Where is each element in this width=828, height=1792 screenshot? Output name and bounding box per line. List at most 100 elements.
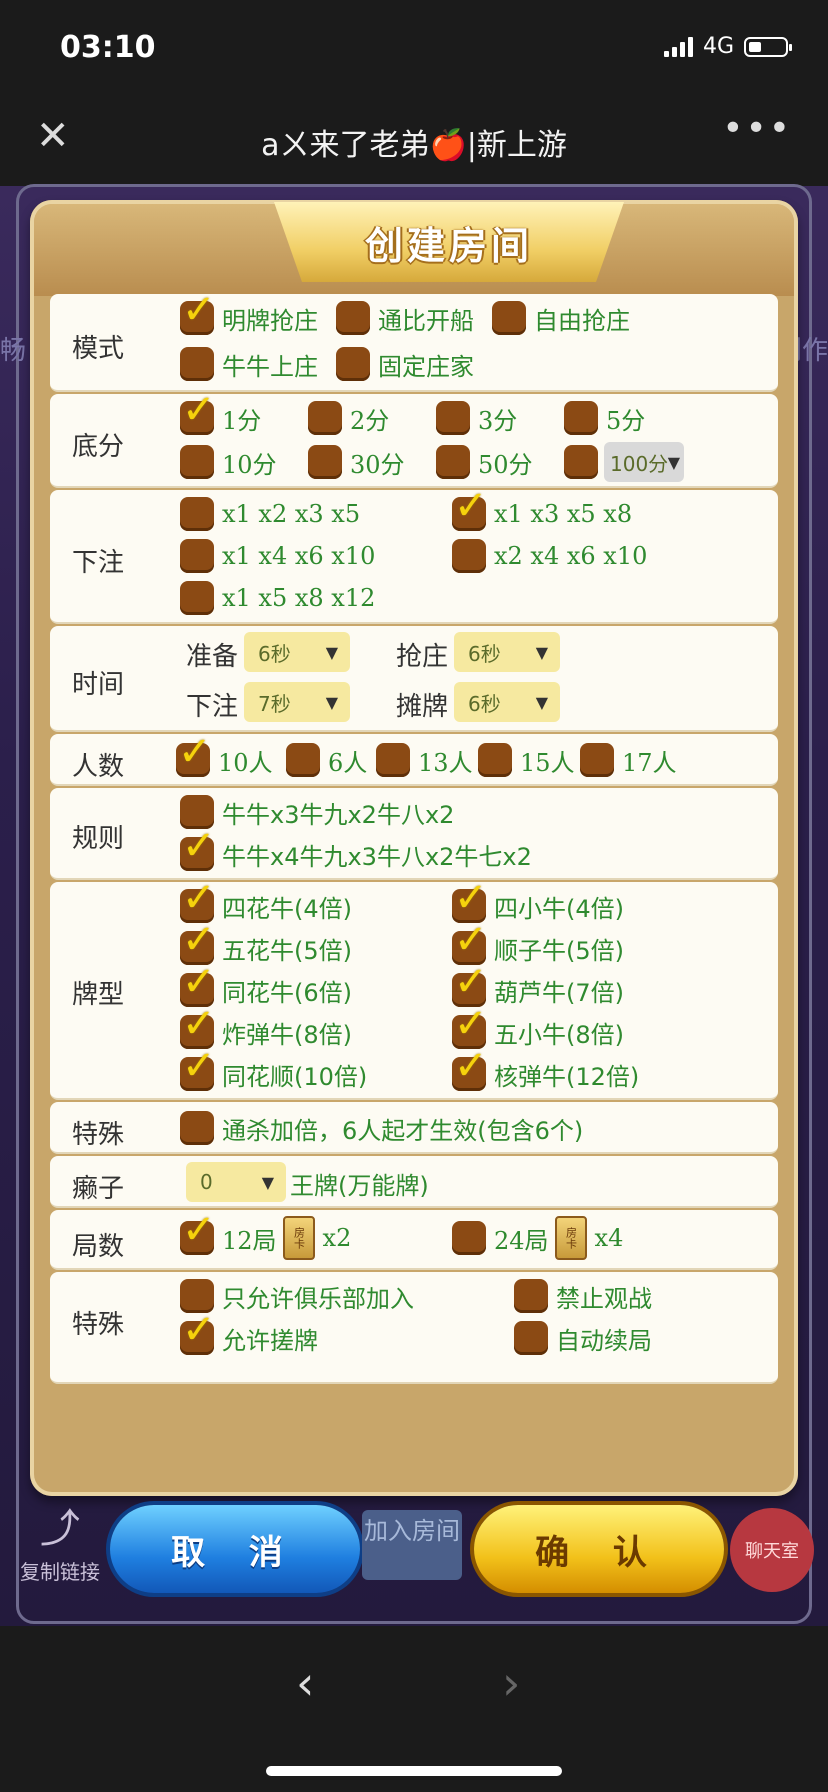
browser-nav-bar: ✕ aㄨ来了老弟🍎|新上游 ••• [0, 90, 828, 186]
option-special2-2[interactable]: 禁止观战 [514, 1278, 652, 1314]
status-time: 03:10 [60, 30, 156, 65]
option-label: 核弹牛(12倍) [494, 1062, 640, 1091]
option-card-10[interactable]: 核弹牛(12倍) [452, 1043, 640, 1092]
bet-time-select[interactable]: 7秒 ▼ [244, 682, 350, 722]
show-time-select[interactable]: 6秒 ▼ [454, 682, 560, 722]
checkbox[interactable] [180, 294, 216, 335]
more-icon[interactable]: ••• [722, 108, 792, 149]
option-bet-1[interactable]: x1 x2 x3 x5 [180, 496, 360, 532]
checkbox[interactable] [180, 539, 214, 573]
option-base-1[interactable]: 1分 [180, 387, 261, 436]
option-bet-5[interactable]: x1 x5 x8 x12 [180, 580, 375, 616]
caret-down-icon: ▼ [667, 453, 680, 472]
option-mode-4[interactable]: 牛牛上庄 [180, 346, 318, 382]
cancel-button[interactable]: 取 消 [110, 1505, 360, 1593]
option-label: 50分 [478, 450, 533, 479]
back-icon[interactable]: ‹ [296, 1656, 314, 1710]
checkbox[interactable] [180, 387, 216, 435]
caret-down-icon: ▼ [325, 693, 338, 712]
option-base-2[interactable]: 2分 [308, 400, 389, 436]
option-base-7[interactable]: 50分 [436, 444, 533, 480]
battery-icon [744, 36, 792, 57]
forward-icon[interactable]: › [502, 1656, 520, 1710]
option-base-4[interactable]: 5分 [564, 400, 645, 436]
checkbox[interactable] [580, 743, 614, 777]
caret-down-icon: ▼ [261, 1173, 274, 1192]
checkbox[interactable] [176, 729, 212, 777]
checkbox[interactable] [180, 497, 214, 531]
option-rounds-2[interactable]: 24局 房卡 x4 [452, 1216, 623, 1260]
checkbox[interactable] [514, 1321, 548, 1355]
checkbox[interactable] [336, 347, 370, 381]
wildcard-select[interactable]: 0 ▼ [186, 1162, 286, 1202]
option-bet-2[interactable]: x1 x3 x5 x8 [452, 483, 632, 532]
row-label-rules: 规则 [72, 824, 125, 854]
option-rounds-1[interactable]: 12局房卡x2 [180, 1207, 351, 1260]
browser-bottom-bar: ‹ › [0, 1626, 828, 1792]
option-special1-1[interactable]: 通杀加倍，6人起才生效(包含6个) [180, 1110, 583, 1146]
confirm-button[interactable]: 确 认 [474, 1505, 724, 1593]
checkbox[interactable] [452, 1221, 486, 1255]
checkbox[interactable] [452, 483, 488, 531]
checkbox[interactable] [452, 539, 486, 573]
option-base-3[interactable]: 3分 [436, 400, 517, 436]
join-room-button[interactable]: 加入房间 [362, 1510, 462, 1580]
checkbox[interactable] [492, 301, 526, 335]
grab-time-select[interactable]: 6秒 ▼ [454, 632, 560, 672]
option-mode-3[interactable]: 自由抢庄 [492, 300, 630, 336]
option-card-9[interactable]: 同花顺(10倍) [180, 1043, 367, 1092]
option-special2-4[interactable]: 自动续局 [514, 1320, 652, 1356]
checkbox[interactable] [180, 1111, 214, 1145]
option-rules-2[interactable]: 牛牛x4牛九x3牛八x2牛七x2 [180, 823, 532, 872]
option-players-4[interactable]: 15人 [478, 742, 575, 778]
option-label: 牛牛x3牛九x2牛八x2 [222, 800, 455, 829]
option-players-1[interactable]: 10人 [176, 729, 273, 778]
option-players-2[interactable]: 6人 [286, 742, 367, 778]
room-card-icon: 房卡 [554, 1216, 587, 1260]
checkbox[interactable] [564, 401, 598, 435]
checkbox[interactable] [180, 581, 214, 615]
create-room-dialog: 创建房间 模式 明牌抢庄 通比开船 自由抢庄 牛牛上庄 固定庄家 底分 1分 2… [30, 200, 798, 1496]
option-base-6[interactable]: 30分 [308, 444, 405, 480]
checkbox[interactable] [478, 743, 512, 777]
checkbox[interactable] [376, 743, 410, 777]
option-base-5[interactable]: 10分 [180, 444, 277, 480]
checkbox[interactable] [180, 347, 214, 381]
checkbox[interactable] [308, 445, 342, 479]
row-label-base: 底分 [72, 432, 125, 462]
settings-list[interactable]: 模式 明牌抢庄 通比开船 自由抢庄 牛牛上庄 固定庄家 底分 1分 2分 3分 … [50, 294, 778, 1476]
base-score-select[interactable]: 100分 ▼ [604, 442, 684, 482]
checkbox[interactable] [180, 1043, 216, 1091]
ready-time-select[interactable]: 6秒 ▼ [244, 632, 350, 672]
row-label-special-1: 特殊 [72, 1120, 125, 1150]
option-label: 四花牛(4倍) [222, 894, 352, 923]
checkbox[interactable] [180, 445, 214, 479]
checkbox[interactable] [180, 823, 216, 871]
row-label-cards: 牌型 [72, 980, 125, 1010]
checkbox[interactable] [308, 401, 342, 435]
option-bet-3[interactable]: x1 x4 x6 x10 [180, 538, 375, 574]
option-label: 12局 [222, 1226, 277, 1255]
checkbox[interactable] [180, 1307, 216, 1355]
option-mode-1[interactable]: 明牌抢庄 [180, 294, 318, 336]
status-bar: 03:10 4G [0, 0, 828, 90]
option-mode-5[interactable]: 固定庄家 [336, 346, 474, 382]
checkbox[interactable] [436, 445, 470, 479]
checkbox[interactable] [180, 1207, 216, 1255]
checkbox[interactable] [514, 1279, 548, 1313]
option-players-5[interactable]: 17人 [580, 742, 677, 778]
option-players-3[interactable]: 13人 [376, 742, 473, 778]
option-base-8[interactable] [564, 444, 598, 480]
option-special2-3[interactable]: 允许搓牌 [180, 1307, 318, 1356]
checkbox[interactable] [564, 445, 598, 479]
checkbox[interactable] [436, 401, 470, 435]
copy-link-button[interactable]: ⤴ 复制链接 [18, 1502, 102, 1585]
checkbox[interactable] [336, 301, 370, 335]
option-bet-4[interactable]: x2 x4 x6 x10 [452, 538, 647, 574]
checkbox[interactable] [286, 743, 320, 777]
chat-room-button[interactable]: 聊天室 [730, 1508, 814, 1592]
option-mode-2[interactable]: 通比开船 [336, 300, 474, 336]
checkbox[interactable] [452, 1043, 488, 1091]
option-label: 10人 [218, 748, 273, 777]
option-rules-1[interactable]: 牛牛x3牛九x2牛八x2 [180, 794, 454, 830]
